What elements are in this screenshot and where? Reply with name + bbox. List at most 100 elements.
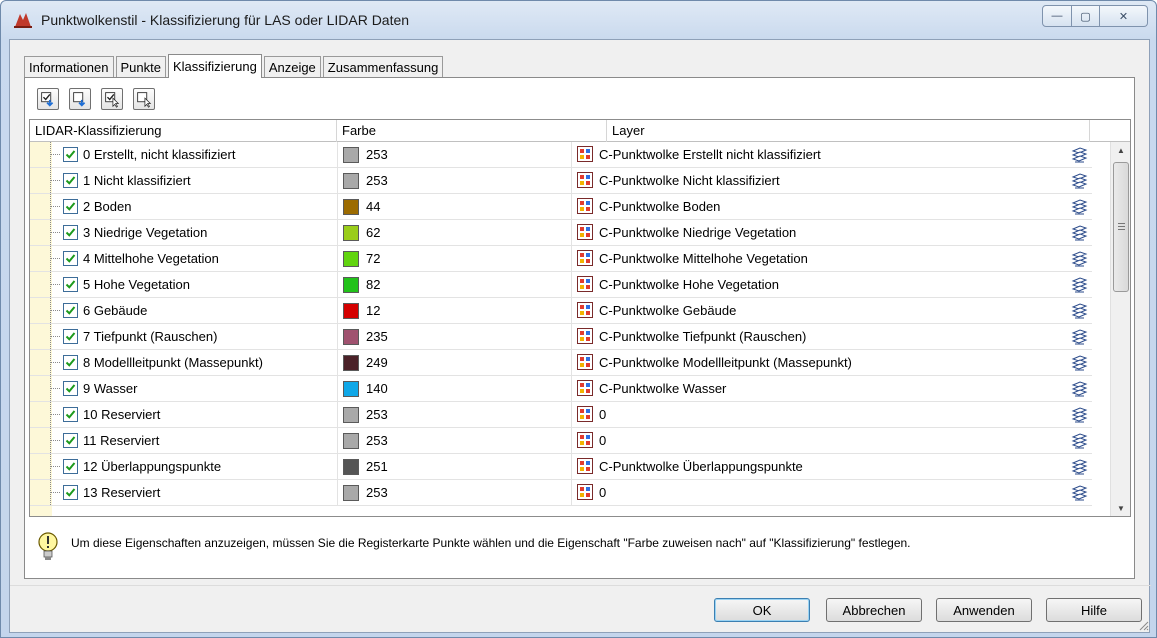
layer-name[interactable]: C-Punktwolke Erstellt nicht klassifizier… — [599, 142, 821, 167]
scroll-thumb[interactable] — [1113, 162, 1129, 292]
color-index[interactable]: 253 — [366, 142, 388, 167]
table-row[interactable]: 4 Mittelhohe Vegetation 72 C-Punktwolke Mi… — [30, 246, 1092, 272]
minimize-button[interactable]: — — [1042, 5, 1072, 27]
tab-zusammenfassung[interactable]: Zusammenfassung — [322, 56, 444, 78]
header-classification[interactable]: LIDAR-Klassifizierung — [30, 120, 337, 142]
color-swatch[interactable] — [343, 199, 359, 215]
layer-name[interactable]: 0 — [599, 428, 606, 453]
color-swatch[interactable] — [343, 459, 359, 475]
row-checkbox[interactable] — [63, 355, 78, 370]
layer-name[interactable]: 0 — [599, 480, 606, 505]
color-index[interactable]: 44 — [366, 194, 380, 219]
row-checkbox[interactable] — [63, 251, 78, 266]
layer-name[interactable]: C-Punktwolke Modellleitpunkt (Massepunkt… — [599, 350, 852, 375]
color-swatch[interactable] — [343, 355, 359, 371]
header-color[interactable]: Farbe — [337, 120, 607, 142]
invert-selection-icon[interactable] — [101, 88, 123, 110]
header-layer[interactable]: Layer — [607, 120, 1090, 142]
layer-name[interactable]: C-Punktwolke Wasser — [599, 376, 726, 401]
layer-color-icon[interactable] — [577, 172, 593, 188]
layer-color-icon[interactable] — [577, 276, 593, 292]
clear-selection-icon[interactable] — [133, 88, 155, 110]
row-checkbox[interactable] — [63, 199, 78, 214]
scroll-up-icon[interactable]: ▲ — [1111, 142, 1130, 159]
resize-grip-icon[interactable] — [1137, 619, 1149, 631]
color-index[interactable]: 249 — [366, 350, 388, 375]
layer-stack-icon[interactable] — [1070, 250, 1088, 268]
layer-color-icon[interactable] — [577, 354, 593, 370]
layer-stack-icon[interactable] — [1070, 328, 1088, 346]
layer-stack-icon[interactable] — [1070, 354, 1088, 372]
layer-color-icon[interactable] — [577, 328, 593, 344]
row-checkbox[interactable] — [63, 329, 78, 344]
help-button[interactable]: Hilfe — [1046, 598, 1142, 622]
table-row[interactable]: 12 Überlappungspunkte 251 C-Punktwolke Übe… — [30, 454, 1092, 480]
row-checkbox[interactable] — [63, 173, 78, 188]
layer-color-icon[interactable] — [577, 380, 593, 396]
table-row[interactable]: 13 Reserviert 253 0 — [30, 480, 1092, 506]
tab-informationen[interactable]: Informationen — [24, 56, 114, 78]
color-swatch[interactable] — [343, 485, 359, 501]
color-swatch[interactable] — [343, 381, 359, 397]
layer-name[interactable]: C-Punktwolke Hohe Vegetation — [599, 272, 779, 297]
color-swatch[interactable] — [343, 433, 359, 449]
layer-color-icon[interactable] — [577, 432, 593, 448]
layer-stack-icon[interactable] — [1070, 198, 1088, 216]
table-row[interactable]: 8 Modellleitpunkt (Massepunkt) 249 C-Punkt… — [30, 350, 1092, 376]
color-swatch[interactable] — [343, 407, 359, 423]
color-swatch[interactable] — [343, 147, 359, 163]
select-none-icon[interactable] — [69, 88, 91, 110]
layer-color-icon[interactable] — [577, 250, 593, 266]
layer-color-icon[interactable] — [577, 302, 593, 318]
table-row[interactable]: 0 Erstellt, nicht klassifiziert 253 C-Punk… — [30, 142, 1092, 168]
scroll-down-icon[interactable]: ▼ — [1111, 500, 1130, 516]
table-row[interactable]: 5 Hohe Vegetation 82 C-Punktwolke Hohe Veg… — [30, 272, 1092, 298]
layer-stack-icon[interactable] — [1070, 432, 1088, 450]
table-row[interactable]: 3 Niedrige Vegetation 62 C-Punktwolke Nied… — [30, 220, 1092, 246]
color-index[interactable]: 62 — [366, 220, 380, 245]
maximize-button[interactable]: ▢ — [1072, 5, 1100, 27]
layer-stack-icon[interactable] — [1070, 172, 1088, 190]
tab-anzeige[interactable]: Anzeige — [263, 56, 321, 78]
table-row[interactable]: 1 Nicht klassifiziert 253 C-Punktwolke Nic… — [30, 168, 1092, 194]
row-checkbox[interactable] — [63, 433, 78, 448]
color-swatch[interactable] — [343, 303, 359, 319]
color-index[interactable]: 251 — [366, 454, 388, 479]
cancel-button[interactable]: Abbrechen — [826, 598, 922, 622]
layer-stack-icon[interactable] — [1070, 302, 1088, 320]
row-checkbox[interactable] — [63, 407, 78, 422]
layer-name[interactable]: 0 — [599, 402, 606, 427]
layer-name[interactable]: C-Punktwolke Überlappungspunkte — [599, 454, 803, 479]
row-checkbox[interactable] — [63, 277, 78, 292]
layer-name[interactable]: C-Punktwolke Nicht klassifiziert — [599, 168, 780, 193]
layer-color-icon[interactable] — [577, 224, 593, 240]
color-index[interactable]: 253 — [366, 402, 388, 427]
table-row[interactable]: 6 Gebäude 12 C-Punktwolke Gebäude — [30, 298, 1092, 324]
row-checkbox[interactable] — [63, 303, 78, 318]
apply-button[interactable]: Anwenden — [936, 598, 1032, 622]
layer-name[interactable]: C-Punktwolke Tiefpunkt (Rauschen) — [599, 324, 806, 349]
tab-punkte[interactable]: Punkte — [115, 56, 166, 78]
table-row[interactable]: 2 Boden 44 C-Punktwolke Boden — [30, 194, 1092, 220]
row-checkbox[interactable] — [63, 459, 78, 474]
table-row[interactable]: 11 Reserviert 253 0 — [30, 428, 1092, 454]
color-index[interactable]: 12 — [366, 298, 380, 323]
title-bar[interactable]: Punktwolkenstil - Klassifizierung für LA… — [1, 1, 1156, 39]
layer-name[interactable]: C-Punktwolke Gebäude — [599, 298, 736, 323]
table-row[interactable]: 10 Reserviert 253 0 — [30, 402, 1092, 428]
color-index[interactable]: 253 — [366, 168, 388, 193]
vertical-scrollbar[interactable]: ▲ ▼ — [1110, 142, 1130, 516]
layer-stack-icon[interactable] — [1070, 276, 1088, 294]
layer-stack-icon[interactable] — [1070, 406, 1088, 424]
row-checkbox[interactable] — [63, 485, 78, 500]
layer-color-icon[interactable] — [577, 484, 593, 500]
layer-stack-icon[interactable] — [1070, 458, 1088, 476]
color-index[interactable]: 140 — [366, 376, 388, 401]
layer-color-icon[interactable] — [577, 458, 593, 474]
close-button[interactable]: ✕ — [1100, 5, 1148, 27]
layer-name[interactable]: C-Punktwolke Mittelhohe Vegetation — [599, 246, 808, 271]
layer-stack-icon[interactable] — [1070, 224, 1088, 242]
color-index[interactable]: 235 — [366, 324, 388, 349]
layer-stack-icon[interactable] — [1070, 484, 1088, 502]
table-row[interactable]: 9 Wasser 140 C-Punktwolke Wasser — [30, 376, 1092, 402]
